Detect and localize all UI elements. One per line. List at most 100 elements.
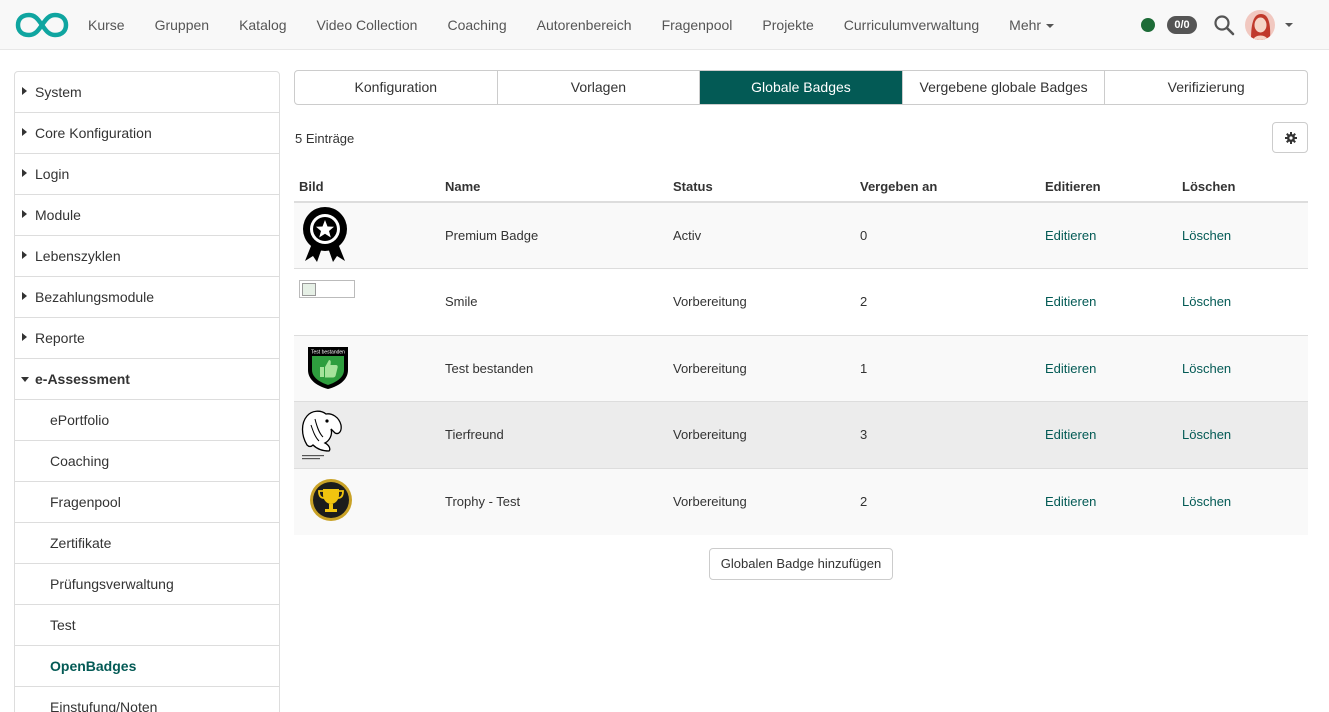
badge-image-cell [294, 268, 440, 335]
nav-kurse[interactable]: Kurse [73, 0, 140, 50]
col-name[interactable]: Name [440, 172, 668, 203]
online-status-icon[interactable] [1141, 18, 1155, 32]
sidebar-item-label: Login [35, 166, 70, 182]
sidebar-item-label: Module [35, 207, 81, 223]
sidebar-item-system[interactable]: System [15, 72, 279, 113]
caret-right-icon [22, 251, 27, 259]
caret-right-icon [22, 292, 27, 300]
badge-name: Smile [440, 268, 668, 335]
eagle-icon [301, 410, 342, 460]
table-row: Tierfreund Vorbereitung 3 Editieren Lösc… [294, 401, 1308, 468]
delete-link[interactable]: Löschen [1182, 361, 1231, 376]
table-settings-button[interactable] [1272, 122, 1308, 153]
badge-status: Vorbereitung [668, 268, 855, 335]
search-icon[interactable] [1213, 14, 1235, 36]
badge-label-text: Test bestanden [311, 349, 345, 355]
edit-link[interactable]: Editieren [1045, 228, 1096, 243]
badge-status: Vorbereitung [668, 401, 855, 468]
delete-link[interactable]: Löschen [1182, 494, 1231, 509]
caret-right-icon [22, 87, 27, 95]
tab-konfiguration[interactable]: Konfiguration [295, 71, 497, 104]
sidebar-item-label: Lebenszyklen [35, 248, 121, 264]
caret-down-icon [21, 377, 29, 382]
table-header-row: Bild Name Status Vergeben an Editieren L… [294, 172, 1308, 203]
col-vergeben-an[interactable]: Vergeben an [855, 172, 1040, 203]
tab-vorlagen[interactable]: Vorlagen [496, 71, 700, 104]
badge-awarded-count: 2 [855, 268, 1040, 335]
nav-fragenpool[interactable]: Fragenpool [647, 0, 748, 50]
sidebar-subitem-einstufung-noten[interactable]: Einstufung/Noten [15, 687, 279, 712]
sidebar-subitem-eportfolio[interactable]: ePortfolio [15, 400, 279, 441]
col-editieren: Editieren [1040, 172, 1177, 203]
badge-status: Activ [668, 201, 855, 269]
nav-gruppen[interactable]: Gruppen [140, 0, 224, 50]
badge-name: Tierfreund [440, 401, 668, 468]
sidebar-subitem-openbadges[interactable]: OpenBadges [15, 646, 279, 687]
edit-link[interactable]: Editieren [1045, 427, 1096, 442]
nav-more-label: Mehr [1009, 17, 1042, 33]
edit-link[interactable]: Editieren [1045, 361, 1096, 376]
app-logo[interactable] [15, 11, 69, 39]
sidebar-item-label: System [35, 84, 82, 100]
caret-right-icon [22, 210, 27, 218]
badge-awarded-count: 1 [855, 334, 1040, 402]
tab-verifizierung[interactable]: Verifizierung [1104, 71, 1307, 104]
sidebar-item-bezahlungsmodule[interactable]: Bezahlungsmodule [15, 277, 279, 318]
sidebar-subitem-fragenpool[interactable]: Fragenpool [15, 482, 279, 523]
entries-count: 5 Einträge [295, 131, 355, 146]
sidebar-subitem-coaching[interactable]: Coaching [15, 441, 279, 482]
user-avatar[interactable] [1245, 10, 1275, 40]
table-row: Test bestanden Test bestanden Vorbereitu… [294, 334, 1308, 402]
edit-link[interactable]: Editieren [1045, 294, 1096, 309]
award-ribbon-icon [303, 207, 347, 262]
nav-projekte[interactable]: Projekte [747, 0, 828, 50]
chevron-down-icon [1046, 24, 1055, 29]
col-bild[interactable]: Bild [294, 172, 440, 203]
badge-awarded-count: 2 [855, 467, 1040, 535]
delete-link[interactable]: Löschen [1182, 294, 1231, 309]
badge-awarded-count: 3 [855, 401, 1040, 468]
badges-table: Bild Name Status Vergeben an Editieren L… [294, 172, 1308, 535]
table-row: Trophy - Test Vorbereitung 2 Editieren L… [294, 467, 1308, 535]
delete-link[interactable]: Löschen [1182, 228, 1231, 243]
sidebar-item-login[interactable]: Login [15, 154, 279, 195]
col-loeschen: Löschen [1177, 172, 1308, 203]
add-global-badge-button[interactable]: Globalen Badge hinzufügen [709, 548, 893, 580]
badge-image-cell [294, 467, 440, 535]
sidebar-subitem-zertifikate[interactable]: Zertifikate [15, 523, 279, 564]
sidebar-item-reporte[interactable]: Reporte [15, 318, 279, 359]
badge-image-cell: Test bestanden [294, 334, 440, 402]
badge-tabs: Konfiguration Vorlagen Globale Badges Ve… [294, 70, 1308, 105]
caret-right-icon [22, 169, 27, 177]
notification-counter[interactable]: 0/0 [1167, 16, 1197, 34]
sidebar-item-label: Core Konfiguration [35, 125, 152, 141]
sidebar-subitem-pruefungsverwaltung[interactable]: Prüfungsverwaltung [15, 564, 279, 605]
caret-right-icon [22, 333, 27, 341]
sidebar-item-module[interactable]: Module [15, 195, 279, 236]
sidebar-item-e-assessment[interactable]: e-Assessment [15, 359, 279, 400]
badge-awarded-count: 0 [855, 201, 1040, 269]
sidebar-subitem-test[interactable]: Test [15, 605, 279, 646]
col-status[interactable]: Status [668, 172, 855, 203]
nav-video-collection[interactable]: Video Collection [302, 0, 433, 50]
broken-image-icon [299, 279, 355, 298]
nav-curriculumverwaltung[interactable]: Curriculumverwaltung [829, 0, 994, 50]
badge-name: Trophy - Test [440, 467, 668, 535]
chevron-down-icon[interactable] [1285, 23, 1293, 27]
tab-globale-badges[interactable]: Globale Badges [699, 71, 902, 104]
nav-autorenbereich[interactable]: Autorenbereich [522, 0, 647, 50]
top-navbar: Kurse Gruppen Katalog Video Collection C… [0, 0, 1329, 50]
badge-name: Test bestanden [440, 334, 668, 402]
table-row: Premium Badge Activ 0 Editieren Löschen [294, 201, 1308, 269]
gear-icon [1285, 132, 1297, 144]
nav-katalog[interactable]: Katalog [224, 0, 301, 50]
delete-link[interactable]: Löschen [1182, 427, 1231, 442]
caret-right-icon [22, 128, 27, 136]
badge-name: Premium Badge [440, 201, 668, 269]
nav-more-dropdown[interactable]: Mehr [994, 0, 1069, 50]
sidebar-item-core-konfiguration[interactable]: Core Konfiguration [15, 113, 279, 154]
tab-vergebene-globale-badges[interactable]: Vergebene globale Badges [901, 71, 1105, 104]
nav-coaching[interactable]: Coaching [432, 0, 521, 50]
edit-link[interactable]: Editieren [1045, 494, 1096, 509]
sidebar-item-lebenszyklen[interactable]: Lebenszyklen [15, 236, 279, 277]
